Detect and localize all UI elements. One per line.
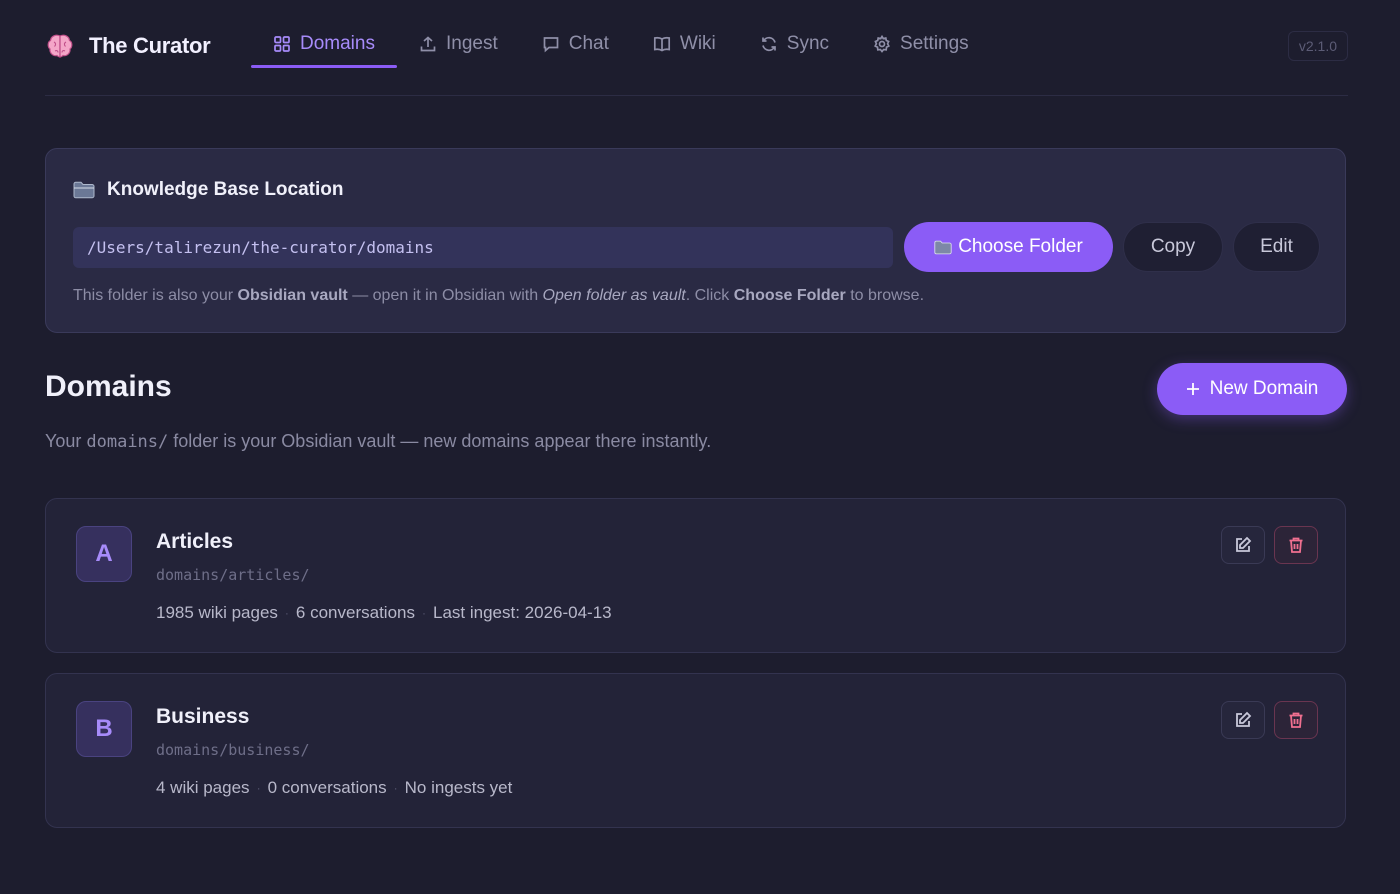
tab-label: Wiki [679,33,716,54]
tab-label: Sync [786,33,830,54]
tab-domains[interactable]: Domains [251,20,397,68]
last-ingest: Last ingest: 2026-04-13 [433,603,612,622]
upload-icon [420,36,436,52]
hint-bold: Obsidian vault [237,287,348,304]
domain-name: Business [156,705,250,728]
kb-path-field[interactable]: /Users/talirezun/the-curator/domains [73,227,893,268]
hint-text: . Click [685,287,734,304]
choose-folder-label: Choose Folder [958,236,1083,257]
grid-icon [274,36,290,52]
brand[interactable]: The Curator [45,28,211,64]
conversations-count: 6 conversations [295,603,415,622]
folder-icon [934,240,952,254]
tab-label: Settings [900,33,969,54]
folder-icon [73,181,95,199]
kb-hint: This folder is also your Obsidian vault … [73,287,924,305]
trash-icon [1289,537,1303,553]
plus-icon [1186,383,1199,395]
domain-card[interactable]: B Business domains/business/ 4 wiki page… [45,673,1346,828]
hint-italic: Open folder as vault [542,287,686,304]
edit-icon [1236,536,1252,552]
wiki-pages-count: 4 wiki pages [156,778,250,797]
top-bar: The Curator Domains Ingest Chat Wiki Syn… [45,0,1348,96]
book-icon [653,36,670,52]
tab-sync[interactable]: Sync [738,20,851,68]
edit-domain-button[interactable] [1221,526,1265,564]
separator-dot: · [422,606,426,620]
kb-title-text: Knowledge Base Location [107,179,344,200]
hint-text: — open it in Obsidian with [347,287,543,304]
edit-domain-button[interactable] [1221,701,1265,739]
wiki-pages-count: 1985 wiki pages [156,603,278,622]
version-badge: v2.1.0 [1287,31,1348,61]
domain-name: Articles [156,530,234,553]
domain-stats: 1985 wiki pages · 6 conversations · Last… [156,603,612,623]
tab-settings[interactable]: Settings [851,20,991,68]
domain-stats: 4 wiki pages · 0 conversations · No inge… [156,778,512,798]
edit-path-button[interactable]: Edit [1233,222,1320,272]
tab-ingest[interactable]: Ingest [397,20,520,68]
separator-dot: · [256,781,261,795]
app-title: The Curator [89,33,211,58]
domain-avatar: A [76,526,132,582]
domains-subtitle: Your domains/ folder is your Obsidian va… [45,431,711,452]
tab-chat[interactable]: Chat [520,20,631,68]
domain-avatar: B [76,701,132,757]
tab-wiki[interactable]: Wiki [631,20,738,68]
new-domain-label: New Domain [1209,378,1319,399]
separator-dot: · [393,781,398,795]
conversations-count: 0 conversations [267,778,387,797]
edit-icon [1236,711,1252,727]
choose-folder-button[interactable]: Choose Folder [904,222,1113,272]
tab-label: Domains [300,33,375,54]
domain-card[interactable]: A Articles domains/articles/ 1985 wiki p… [45,498,1346,653]
last-ingest: No ingests yet [404,778,513,797]
gear-icon [874,35,890,53]
copy-button[interactable]: Copy [1123,222,1223,272]
chat-icon [543,37,559,53]
new-domain-button[interactable]: New Domain [1157,363,1347,415]
sub-mono: domains/ [86,432,169,452]
hint-bold: Choose Folder [733,287,846,304]
domain-path: domains/business/ [156,741,310,759]
domain-path: domains/articles/ [156,566,310,584]
sub-text: Your [45,431,87,451]
hint-text: to browse. [845,287,925,304]
delete-domain-button[interactable] [1274,701,1318,739]
knowledge-base-panel: Knowledge Base Location /Users/talirezun… [45,148,1346,333]
page-title: Domains [45,370,172,403]
delete-domain-button[interactable] [1274,526,1318,564]
sub-text: folder is your Obsidian vault — new doma… [168,431,712,451]
tab-label: Ingest [445,33,498,54]
hint-text: This folder is also your [73,287,238,304]
tab-label: Chat [568,33,609,54]
kb-title: Knowledge Base Location [73,179,343,201]
sync-icon [761,36,776,52]
separator-dot: · [284,606,289,620]
trash-icon [1289,712,1303,728]
brain-icon [47,34,73,58]
main-nav: Domains Ingest Chat Wiki Sync Settings [251,20,991,68]
